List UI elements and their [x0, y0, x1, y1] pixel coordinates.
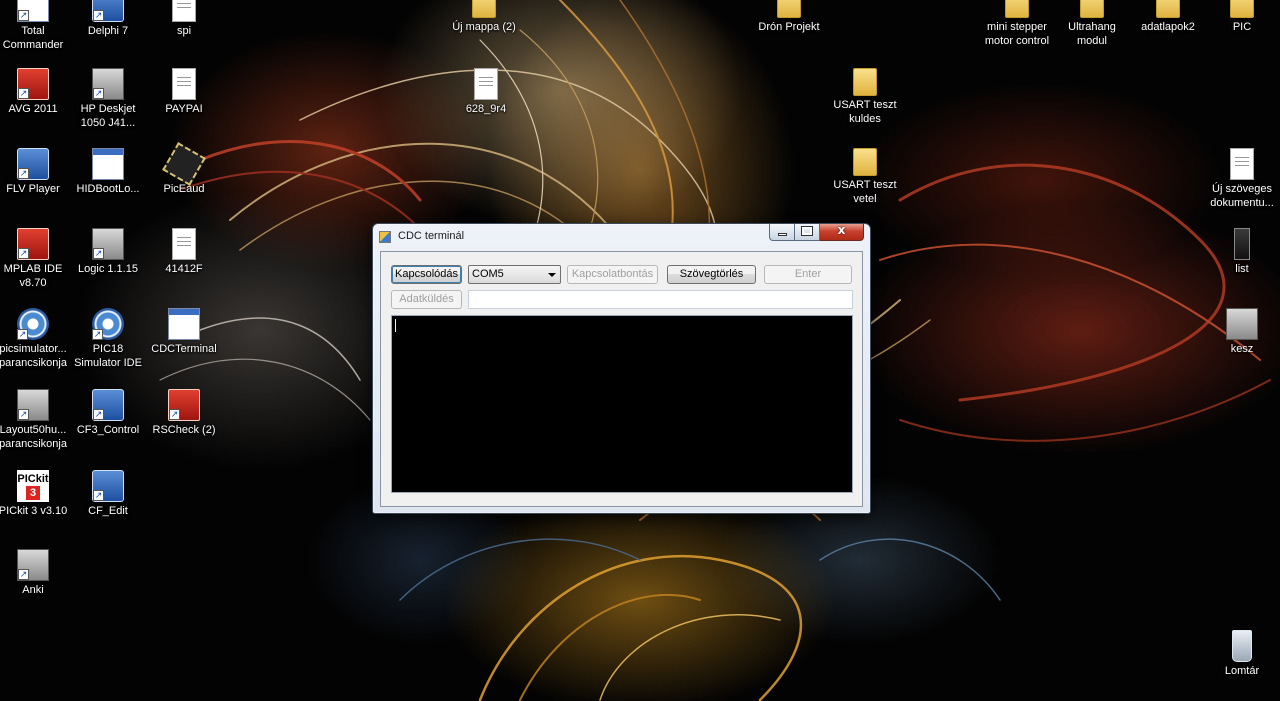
text-caret: [395, 319, 396, 332]
desktop-icon-list[interactable]: list: [1204, 228, 1280, 276]
desktop-icon-rscheck[interactable]: ↗ RSCheck (2): [146, 389, 222, 437]
flv-player-icon: ↗: [17, 148, 49, 180]
desktop-icon-kesz[interactable]: kesz: [1204, 308, 1280, 356]
logic-analyzer-icon: ↗: [92, 228, 124, 260]
desktop-icon-uj-szoveges[interactable]: Új szöveges dokumentu...: [1204, 148, 1280, 210]
desktop-icon-usart-vetel[interactable]: USART teszt vetel: [827, 148, 903, 206]
rscheck-icon: ↗: [168, 389, 200, 421]
cdc-terminal-window[interactable]: CDC terminál x Kapcsolódás COM5 Kapcsola…: [372, 223, 871, 514]
folder-icon: [1080, 0, 1104, 18]
picsimulator-icon: ↗: [17, 308, 49, 340]
send-text-input[interactable]: [468, 290, 853, 309]
disconnect-button[interactable]: Kapcsolatbontás: [567, 265, 658, 284]
desktop-icon-delphi[interactable]: ↗ Delphi 7: [70, 0, 146, 38]
desktop-icon-paypai[interactable]: PAYPAI: [146, 68, 222, 116]
folder-icon: [1005, 0, 1029, 18]
desktop-icon-cf-edit[interactable]: ↗ CF_Edit: [70, 470, 146, 518]
connect-button[interactable]: Kapcsolódás: [391, 265, 462, 284]
desktop-icon-recycle-bin[interactable]: Lomtár: [1204, 630, 1280, 678]
text-document-icon: [172, 68, 196, 100]
port-select-value: COM5: [472, 268, 504, 280]
desktop-icon-piceaud[interactable]: PicEaud: [146, 142, 222, 196]
desktop-icon-flv-player[interactable]: ↗ FLV Player: [0, 148, 71, 196]
desktop-icon-ultrahang[interactable]: Ultrahang modul: [1054, 0, 1130, 48]
total-commander-icon: ↗: [17, 0, 49, 22]
close-icon: x: [837, 223, 846, 237]
desktop-icon-pic18-simulator[interactable]: ↗ PIC18 Simulator IDE: [70, 308, 146, 370]
folder-icon: [1156, 0, 1180, 18]
window-title: CDC terminál: [398, 230, 465, 242]
microchip-icon: [162, 142, 206, 186]
folder-icon: [1230, 0, 1254, 18]
clear-text-button[interactable]: Szövegtörlés: [667, 265, 756, 284]
desktop-icon-spi[interactable]: spi: [146, 0, 222, 38]
desktop-icon-total-commander[interactable]: ↗ Total Commander: [0, 0, 71, 52]
window-client-area: Kapcsolódás COM5 Kapcsolatbontás Szövegt…: [380, 251, 863, 507]
folder-icon: [853, 148, 877, 176]
desktop-icon-usart-kuldes[interactable]: USART teszt kuldes: [827, 68, 903, 126]
cf-edit-icon: ↗: [92, 470, 124, 502]
text-document-icon: [172, 0, 196, 22]
terminal-output[interactable]: [391, 315, 853, 493]
avg-antivirus-icon: ↗: [17, 68, 49, 100]
desktop-icon-628-9r4[interactable]: 628_9r4: [448, 68, 524, 116]
text-document-icon: [474, 68, 498, 100]
desktop-icon-layout50[interactable]: ↗ Layout50hu... parancsikonja: [0, 389, 71, 451]
folder-icon: [777, 0, 801, 18]
caption-buttons: x: [769, 223, 864, 242]
recycle-bin-icon: [1232, 630, 1252, 662]
folder-icon: [853, 68, 877, 96]
application-window-icon: [92, 148, 124, 180]
enter-button[interactable]: Enter: [764, 265, 852, 284]
desktop-icon-hp-deskjet[interactable]: ↗ HP Deskjet 1050 J41...: [70, 68, 146, 130]
desktop-icon-hidbootloader[interactable]: HIDBootLo...: [70, 148, 146, 196]
image-file-icon: [1226, 308, 1258, 340]
desktop-icon-picsimulator[interactable]: ↗ picsimulator... parancsikonja: [0, 308, 71, 370]
mplab-icon: ↗: [17, 228, 49, 260]
desktop-icon-adatlapok2[interactable]: adatlapok2: [1130, 0, 1206, 34]
desktop-icon-anki[interactable]: ↗ Anki: [0, 549, 71, 597]
desktop-icon-mplab[interactable]: ↗ MPLAB IDE v8.70: [0, 228, 71, 290]
desktop-icon-avg[interactable]: ↗ AVG 2011: [0, 68, 71, 116]
folder-icon: [472, 0, 496, 18]
archive-icon: [1234, 228, 1250, 260]
text-document-icon: [1230, 148, 1254, 180]
pdf-document-icon: [172, 228, 196, 260]
cf3-control-icon: ↗: [92, 389, 124, 421]
minimize-button[interactable]: [769, 224, 795, 241]
desktop-icon-41412f[interactable]: 41412F: [146, 228, 222, 276]
port-select[interactable]: COM5: [468, 265, 561, 284]
desktop-icon-cf3-control[interactable]: ↗ CF3_Control: [70, 389, 146, 437]
anki-icon: ↗: [17, 549, 49, 581]
desktop-icon-pic[interactable]: PIC: [1204, 0, 1280, 34]
desktop-icon-uj-mappa-2[interactable]: Új mappa (2): [446, 0, 522, 34]
chevron-down-icon: [548, 273, 556, 277]
desktop-icon-logic[interactable]: ↗ Logic 1.1.15: [70, 228, 146, 276]
desktop-icon-cdcterminal[interactable]: CDCTerminal: [146, 308, 222, 356]
desktop-icon-mini-stepper[interactable]: mini stepper motor control: [979, 0, 1055, 48]
window-titlebar[interactable]: CDC terminál x: [373, 223, 870, 250]
maximize-button[interactable]: [795, 224, 820, 241]
picsimulator-icon: ↗: [92, 308, 124, 340]
app-icon: [379, 231, 391, 243]
delphi-icon: ↗: [92, 0, 124, 22]
application-window-icon: [168, 308, 200, 340]
send-data-button[interactable]: Adatküldés: [391, 290, 462, 309]
printer-icon: ↗: [92, 68, 124, 100]
layout-tool-icon: ↗: [17, 389, 49, 421]
desktop-icon-pickit3[interactable]: PICkit 3 PICkit 3 v3.10: [0, 470, 71, 518]
close-button[interactable]: x: [820, 223, 864, 241]
pickit-icon: PICkit 3: [17, 470, 49, 502]
desktop-icon-dron-projekt[interactable]: Drón Projekt: [751, 0, 827, 34]
